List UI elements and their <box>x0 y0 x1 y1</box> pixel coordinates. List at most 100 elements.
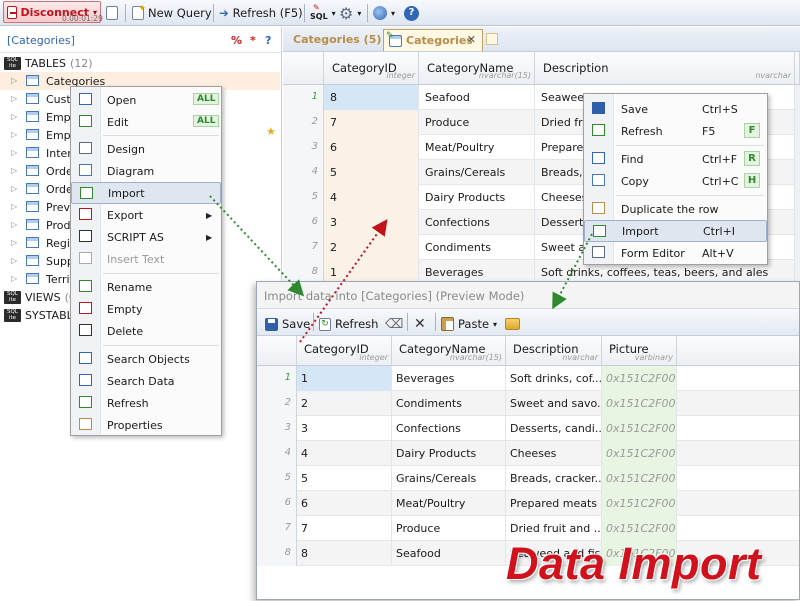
table-row[interactable]: 5 5 Grains/Cereals Breads, cracker... 0x151C… <box>257 466 799 491</box>
column-header-description[interactable]: Description nvarchar <box>535 52 795 85</box>
expand-triangle-icon[interactable]: ▷ <box>11 76 17 85</box>
menu-item-open[interactable]: Open ALL <box>71 89 221 111</box>
cell-categoryname[interactable]: Meat/Poultry <box>419 135 535 160</box>
disconnect-button[interactable]: Disconnect ▾ 0.00:01:29 <box>3 1 103 23</box>
cell-categoryname[interactable]: Beverages <box>392 366 506 391</box>
import-save-button[interactable]: Save <box>265 315 310 333</box>
tab-categories-5[interactable]: Categories (5) <box>293 33 381 46</box>
expand-triangle-icon[interactable]: ▷ <box>11 184 17 193</box>
table-row[interactable]: 3 3 Confections Desserts, candi... 0x151C2F0… <box>257 416 799 441</box>
cell-picture[interactable]: 0x151C2F00... <box>602 441 677 466</box>
column-header-categoryname[interactable]: CategoryName nvarchar(15) <box>419 52 535 85</box>
cell-description[interactable]: Cheeses <box>506 441 602 466</box>
grid-menu-item-save[interactable]: Save Ctrl+S <box>584 98 767 120</box>
cell-picture[interactable]: 0x151C2F00... <box>602 466 677 491</box>
import-delete-button[interactable]: ✕ <box>414 315 426 333</box>
expand-triangle-icon[interactable]: ▷ <box>11 256 17 265</box>
grid-menu-item-refresh[interactable]: Refresh F5 F <box>584 120 767 142</box>
import-column-header-categoryname[interactable]: CategoryName nvarchar(15) <box>392 336 506 366</box>
tab-categories[interactable]: ✎ Categories ✕ <box>383 29 483 51</box>
cell-description[interactable]: Soft drinks, cof... <box>506 366 602 391</box>
menu-item-search-data[interactable]: Search Data <box>71 370 221 392</box>
table-row[interactable]: 66Meat/PoultryPrepared meats0x151C2F00..… <box>257 491 799 516</box>
filter-star-button[interactable]: * <box>250 34 256 47</box>
refresh-button[interactable]: ➔ Refresh (F5) <box>219 3 303 23</box>
cell-categoryid[interactable]: 5 <box>297 466 392 491</box>
cell-categoryid[interactable]: 8 <box>297 541 392 566</box>
cell-picture[interactable]: 0x151C2F00... <box>602 366 677 391</box>
menu-item-edit[interactable]: Edit ALL <box>71 111 221 133</box>
cell-categoryname[interactable]: Dairy Products <box>392 441 506 466</box>
menu-item-script-as[interactable]: SCRIPT AS ▶ <box>71 226 221 248</box>
expand-triangle-icon[interactable]: ▷ <box>11 94 17 103</box>
cell-categoryname[interactable]: Meat/Poultry <box>392 491 506 516</box>
favorite-star-icon[interactable]: ★ <box>266 125 276 138</box>
cell-description[interactable]: Prepared meats <box>506 491 602 516</box>
cell-categoryname[interactable]: Dairy Products <box>419 185 535 210</box>
menu-item-refresh[interactable]: Refresh <box>71 392 221 414</box>
cell-categoryname[interactable]: Seafood <box>392 541 506 566</box>
menu-item-import[interactable]: Import <box>71 182 221 204</box>
cell-categoryname[interactable]: Confections <box>419 210 535 235</box>
menu-item-search-objects[interactable]: Search Objects <box>71 348 221 370</box>
cell-categoryid[interactable]: 4 <box>324 185 419 210</box>
filter-help-button[interactable]: ? <box>265 34 271 47</box>
cell-categoryid[interactable]: 2 <box>324 235 419 260</box>
cell-picture[interactable]: 0x151C2F00... <box>602 391 677 416</box>
cell-categoryname[interactable]: Condiments <box>419 235 535 260</box>
menu-item-rename[interactable]: Rename <box>71 276 221 298</box>
tree-node-tables[interactable]: SQL ite TABLES (12) <box>0 54 280 72</box>
import-clear-button[interactable]: ⌫ <box>385 315 403 333</box>
grid-menu-item-copy[interactable]: Copy Ctrl+C H <box>584 170 767 192</box>
cell-categoryid[interactable]: 8 <box>324 85 419 110</box>
vertical-scrollbar[interactable] <box>795 85 800 284</box>
close-icon[interactable]: ✕ <box>467 33 476 46</box>
table-row[interactable]: 44Dairy ProductsCheeses0x151C2F00... <box>257 441 799 466</box>
cell-categoryid[interactable]: 4 <box>297 441 392 466</box>
expand-triangle-icon[interactable]: ▷ <box>11 112 17 121</box>
menu-item-export[interactable]: Export ▶ <box>71 204 221 226</box>
expand-triangle-icon[interactable]: ▷ <box>11 274 17 283</box>
cell-categoryname[interactable]: Produce <box>392 516 506 541</box>
new-tab-button[interactable] <box>486 33 498 45</box>
help-button[interactable]: ? <box>404 3 419 23</box>
expand-triangle-icon[interactable]: ▷ <box>11 202 17 211</box>
grid-menu-item-form-editor[interactable]: Form Editor Alt+V <box>584 242 767 264</box>
cell-description[interactable]: Desserts, candi... <box>506 416 602 441</box>
expand-triangle-icon[interactable]: ▷ <box>11 238 17 247</box>
cell-categoryid[interactable]: 3 <box>297 416 392 441</box>
cell-categoryid[interactable]: 1 <box>297 366 392 391</box>
import-refresh-button[interactable]: ↻ Refresh <box>319 315 378 333</box>
cell-categoryid[interactable]: 2 <box>297 391 392 416</box>
cell-picture[interactable]: 0x151C2F00... <box>602 416 677 441</box>
table-row[interactable]: 22CondimentsSweet and savo...0x151C2F00.… <box>257 391 799 416</box>
cell-categoryid[interactable]: 3 <box>324 210 419 235</box>
cell-description[interactable]: Sweet and savo... <box>506 391 602 416</box>
grid-menu-item-duplicate-the-row[interactable]: Duplicate the row <box>584 198 767 220</box>
menu-item-properties[interactable]: Properties <box>71 414 221 436</box>
cell-categoryid[interactable]: 6 <box>324 135 419 160</box>
tab-list-button[interactable] <box>106 3 118 23</box>
cell-categoryid[interactable]: 6 <box>297 491 392 516</box>
expand-triangle-icon[interactable]: ▷ <box>11 130 17 139</box>
cell-categoryname[interactable]: Grains/Cereals <box>419 160 535 185</box>
expand-triangle-icon[interactable]: ▷ <box>11 148 17 157</box>
table-row[interactable]: ▶11BeveragesSoft drinks, cof...0x151C2F0… <box>257 366 799 391</box>
grid-menu-item-import[interactable]: Import Ctrl+I <box>584 220 767 242</box>
new-query-button[interactable]: ✦ New Query <box>132 3 212 23</box>
menu-item-design[interactable]: Design <box>71 138 221 160</box>
import-open-file-button[interactable] <box>505 315 520 333</box>
filter-percent-button[interactable]: % <box>231 34 242 47</box>
cell-description[interactable]: Breads, cracker... <box>506 466 602 491</box>
cell-categoryname[interactable]: Confections <box>392 416 506 441</box>
menu-item-empty[interactable]: Empty <box>71 298 221 320</box>
grid-menu-item-find[interactable]: Find Ctrl+F R <box>584 148 767 170</box>
import-paste-button[interactable]: Paste ▾ <box>441 315 497 333</box>
cell-categoryname[interactable]: Condiments <box>392 391 506 416</box>
cell-categoryname[interactable]: Seafood <box>419 85 535 110</box>
cell-categoryid[interactable]: 5 <box>324 160 419 185</box>
menu-item-delete[interactable]: Delete <box>71 320 221 342</box>
import-column-header-description[interactable]: Description nvarchar <box>506 336 602 366</box>
cell-categoryid[interactable]: 7 <box>324 110 419 135</box>
settings-button[interactable]: ⚙ ▾ <box>339 3 361 23</box>
